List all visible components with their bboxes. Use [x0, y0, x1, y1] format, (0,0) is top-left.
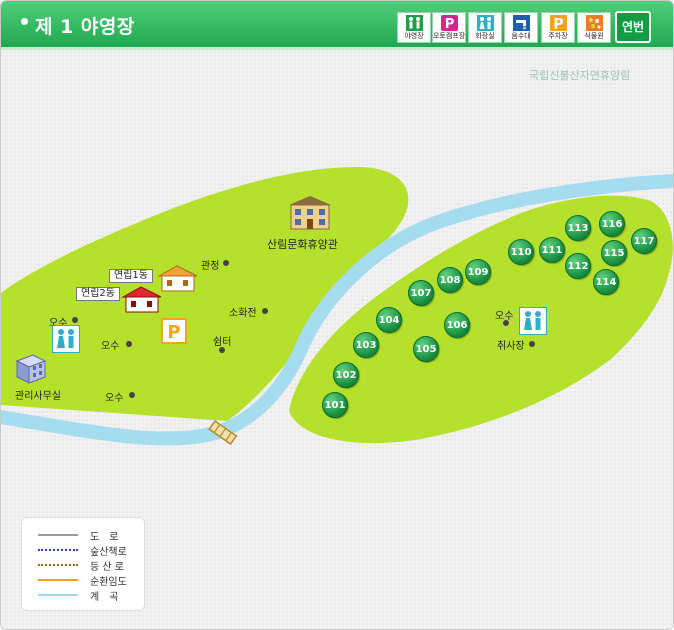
building-2-label: 연립2동	[76, 287, 120, 301]
svg-text:P: P	[167, 322, 180, 343]
sewage-label: 오수	[105, 393, 124, 404]
road-line-icon	[38, 534, 78, 536]
lodge-label: 산림문화휴양관	[267, 238, 338, 251]
building-2-icon[interactable]	[121, 285, 163, 313]
office-label: 관리사무실	[15, 391, 61, 402]
campsite-101[interactable]: 101	[322, 392, 348, 418]
cooking-point	[529, 341, 535, 347]
lodge-icon[interactable]	[287, 195, 333, 231]
campsite-115[interactable]: 115	[601, 240, 627, 266]
legend-item-forest-road: 순환임도	[22, 573, 144, 588]
sewage-point	[503, 320, 509, 326]
legend-label: 순환임도	[90, 577, 127, 588]
legend-item-hiking-trail: 등 산 로	[22, 558, 144, 573]
sewage-label: 오수	[101, 341, 120, 352]
sewage-point	[72, 317, 78, 323]
office-icon[interactable]	[15, 353, 47, 385]
hydrant-label: 소화전	[229, 308, 257, 319]
sewage-point	[129, 392, 135, 398]
pavilion-label: 관정	[201, 261, 220, 272]
campsite-102[interactable]: 102	[333, 362, 359, 388]
shelter-point	[219, 347, 225, 353]
campsite-112[interactable]: 112	[565, 253, 591, 279]
legend-item-valley: 계 곡	[22, 588, 144, 603]
forest-trail-line-icon	[38, 549, 78, 551]
building-1-label: 연립1동	[109, 269, 153, 283]
park-name: 국립신불산자연휴양림	[529, 69, 631, 82]
pavilion-point	[223, 260, 229, 266]
shelter-label: 쉼터	[213, 337, 232, 348]
parking-icon[interactable]: P	[161, 318, 187, 344]
hydrant-point	[262, 308, 268, 314]
campsite-116[interactable]: 116	[599, 211, 625, 237]
campsite-106[interactable]: 106	[444, 312, 470, 338]
campsite-113[interactable]: 113	[565, 215, 591, 241]
legend-label: 숲산책로	[90, 547, 127, 558]
restroom-icon[interactable]	[52, 325, 80, 353]
forest-road-line-icon	[38, 579, 78, 581]
legend-item-forest-trail: 숲산책로	[22, 543, 144, 558]
restroom-icon[interactable]	[519, 307, 547, 335]
campsite-114[interactable]: 114	[593, 269, 619, 295]
map-legend: 도 로 숲산책로 등 산 로 순환임도 계 곡	[21, 517, 145, 611]
legend-label: 도 로	[90, 532, 119, 543]
cooking-label: 취사장	[497, 341, 525, 352]
legend-label: 계 곡	[90, 592, 119, 603]
campsite-117[interactable]: 117	[631, 228, 657, 254]
campsite-110[interactable]: 110	[508, 239, 534, 265]
legend-label: 등 산 로	[90, 562, 124, 573]
campsite-109[interactable]: 109	[465, 259, 491, 285]
hiking-trail-line-icon	[38, 564, 78, 566]
building-1-icon[interactable]	[157, 264, 199, 292]
campsite-111[interactable]: 111	[539, 237, 565, 263]
map-frame: 제 1 야영장 야영장 P 오토캠프장 화장실 음수대 P 주차장 식물원 연번…	[0, 0, 674, 630]
sewage-point	[126, 341, 132, 347]
campsite-107[interactable]: 107	[408, 280, 434, 306]
campsite-104[interactable]: 104	[376, 307, 402, 333]
campsite-108[interactable]: 108	[437, 267, 463, 293]
campsite-103[interactable]: 103	[353, 332, 379, 358]
campsite-105[interactable]: 105	[413, 336, 439, 362]
legend-item-road: 도 로	[22, 528, 144, 543]
valley-line-icon	[38, 594, 78, 596]
